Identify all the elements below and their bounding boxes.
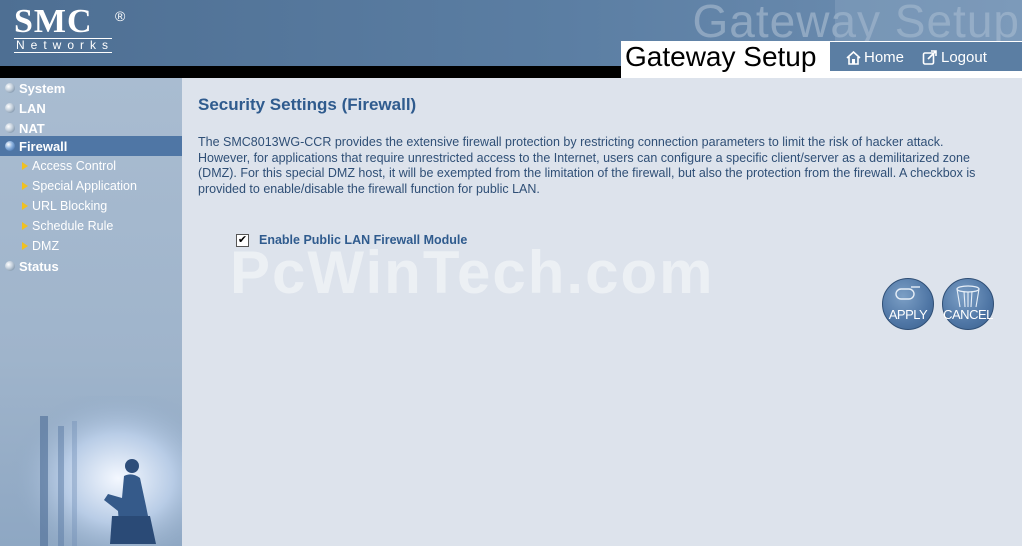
bullet-icon — [5, 123, 15, 133]
page-header-title: Gateway Setup — [621, 41, 829, 78]
sidebar-subitem-special-application[interactable]: Special Application — [22, 176, 137, 195]
cancel-label: CANCEL — [943, 307, 993, 322]
apply-button[interactable]: APPLY — [882, 278, 934, 330]
logout-link[interactable]: Logout — [922, 49, 987, 66]
logo-registered-mark: ® — [115, 8, 126, 24]
watermark-text: PcWinTech.com — [230, 239, 715, 306]
triangle-right-icon — [22, 161, 28, 170]
sidebar-item-system[interactable]: System — [0, 78, 182, 98]
smc-logo: SMC ® Networks — [14, 3, 125, 53]
triangle-right-icon — [22, 181, 28, 190]
sidebar-illustration — [0, 396, 182, 546]
header-strip — [829, 71, 1022, 78]
sidebar-subitem-access-control[interactable]: Access Control — [22, 156, 116, 175]
sidebar-item-nat[interactable]: NAT — [0, 118, 182, 138]
triangle-right-icon — [22, 241, 28, 250]
bullet-icon — [5, 103, 15, 113]
sidebar-item-label: NAT — [19, 120, 45, 136]
main-content: Security Settings (Firewall) The SMC8013… — [182, 78, 1022, 546]
firewall-description: The SMC8013WG-CCR provides the extensive… — [198, 135, 976, 196]
top-nav: Home Logout — [829, 41, 1022, 72]
apply-icon — [895, 286, 920, 300]
sidebar-subitem-label: Special Application — [32, 178, 137, 193]
logo-brand: SMC — [14, 3, 93, 40]
apply-label: APPLY — [888, 307, 928, 322]
bullet-icon — [5, 261, 15, 271]
sidebar-subitem-label: Access Control — [32, 158, 117, 173]
public-lan-firewall-checkbox[interactable]: ✔ — [236, 234, 249, 247]
sidebar-item-label: Status — [19, 258, 59, 274]
sidebar-subitem-dmz[interactable]: DMZ — [22, 236, 59, 255]
logout-icon — [922, 49, 938, 66]
sidebar-subitem-schedule-rule[interactable]: Schedule Rule — [22, 216, 113, 235]
public-lan-firewall-label: Enable Public LAN Firewall Module — [259, 233, 468, 247]
home-link[interactable]: Home — [846, 49, 904, 66]
sidebar-subitem-label: DMZ — [32, 238, 60, 253]
page-title: Security Settings (Firewall) — [198, 95, 417, 114]
logout-label: Logout — [941, 49, 987, 66]
header-divider-bar — [0, 66, 621, 78]
triangle-right-icon — [22, 221, 28, 230]
triangle-right-icon — [22, 201, 28, 210]
logo-subtitle: Networks — [14, 38, 115, 53]
home-label: Home — [864, 49, 905, 66]
sidebar-item-label: System — [19, 80, 66, 96]
bullet-icon — [5, 141, 15, 151]
sidebar-item-status[interactable]: Status — [0, 256, 182, 276]
sidebar-item-firewall[interactable]: Firewall — [0, 136, 182, 156]
sidebar-subitem-url-blocking[interactable]: URL Blocking — [22, 196, 107, 215]
sidebar-item-label: Firewall — [19, 138, 68, 154]
sidebar-subitem-label: URL Blocking — [32, 198, 108, 213]
trash-icon — [956, 285, 980, 308]
sidebar-item-label: LAN — [19, 100, 46, 116]
home-icon — [846, 50, 861, 65]
cancel-button[interactable]: CANCEL — [942, 278, 994, 330]
sidebar-subitem-label: Schedule Rule — [32, 218, 114, 233]
sidebar-item-lan[interactable]: LAN — [0, 98, 182, 118]
sidebar: System LAN NAT Firewall Access Control S… — [0, 78, 182, 546]
bullet-icon — [5, 83, 15, 93]
